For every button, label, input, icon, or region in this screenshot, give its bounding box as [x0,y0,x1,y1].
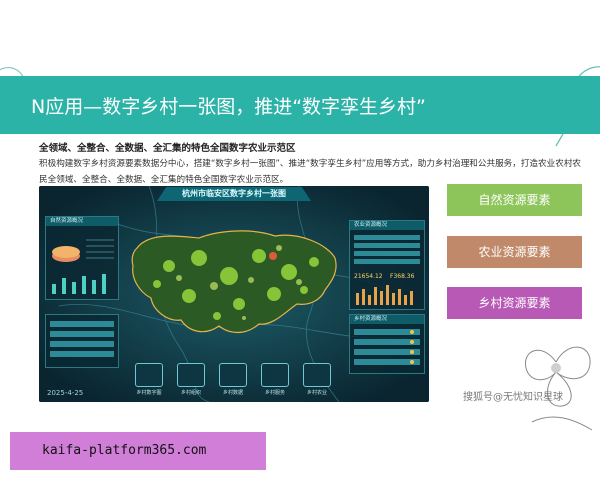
tab-label: 乡村组织 [180,390,201,396]
tab-label: 乡村农业 [306,390,327,396]
agriculture-resources-button[interactable]: 农业资源要素 [447,236,582,268]
rural-resources-button[interactable]: 乡村资源要素 [447,287,582,319]
tab-label: 乡村数字图 [136,390,162,396]
tab-label: 乡村数据 [222,390,243,396]
right-panel-number-2: F368.36 [390,273,415,280]
left-stats-panel: 自然资源概况 [45,216,119,300]
right-stats-panel: 农业资源概况 21654.12 F368.36 [349,220,425,310]
tab-rural-org[interactable]: 乡村组织 [177,363,205,396]
tab-rural-agriculture[interactable]: 乡村农业 [303,363,331,396]
left-lower-panel [45,314,119,368]
tab-rural-service[interactable]: 乡村服务 [261,363,289,396]
left-panel-chart [52,239,114,294]
right-panel-title: 农业资源概况 [350,221,424,230]
left-panel-title: 自然资源概况 [46,217,118,226]
tab-rural-data[interactable]: 乡村数据 [219,363,247,396]
dashboard-title: 杭州市临安区数字乡村一张图 [157,187,311,201]
tab-rural-map[interactable]: 乡村数字图 [135,363,163,396]
right-lower-panel-title: 乡村资源概况 [350,315,424,324]
slide-subtitle: 全领域、全整合、全数据、全汇集的特色全国数字农业示范区 [39,143,296,154]
right-lower-panel: 乡村资源概况 [349,314,425,374]
natural-resources-button[interactable]: 自然资源要素 [447,184,582,216]
left-lower-list [50,321,114,357]
right-panel-number-1: 21654.12 [354,273,383,280]
flower-decoration-bottom-right [525,346,593,431]
footer-url[interactable]: kaifa-platform365.com [42,443,206,458]
slide-title: N应用—数字乡村一张图，推进“数字孪生乡村” [31,96,426,118]
watermark: 搜狐号@无忧知识星球 [463,392,563,403]
right-panel-list [354,235,420,264]
dashboard-date: 2025-4-25 [47,389,84,397]
tab-label: 乡村服务 [264,390,285,396]
right-lower-list [354,329,420,365]
dashboard-screenshot: 杭州市临安区数字乡村一张图 自然资源概况 农业资源概况 21654.12 F36… [39,186,429,402]
right-panel-bars [356,285,413,305]
